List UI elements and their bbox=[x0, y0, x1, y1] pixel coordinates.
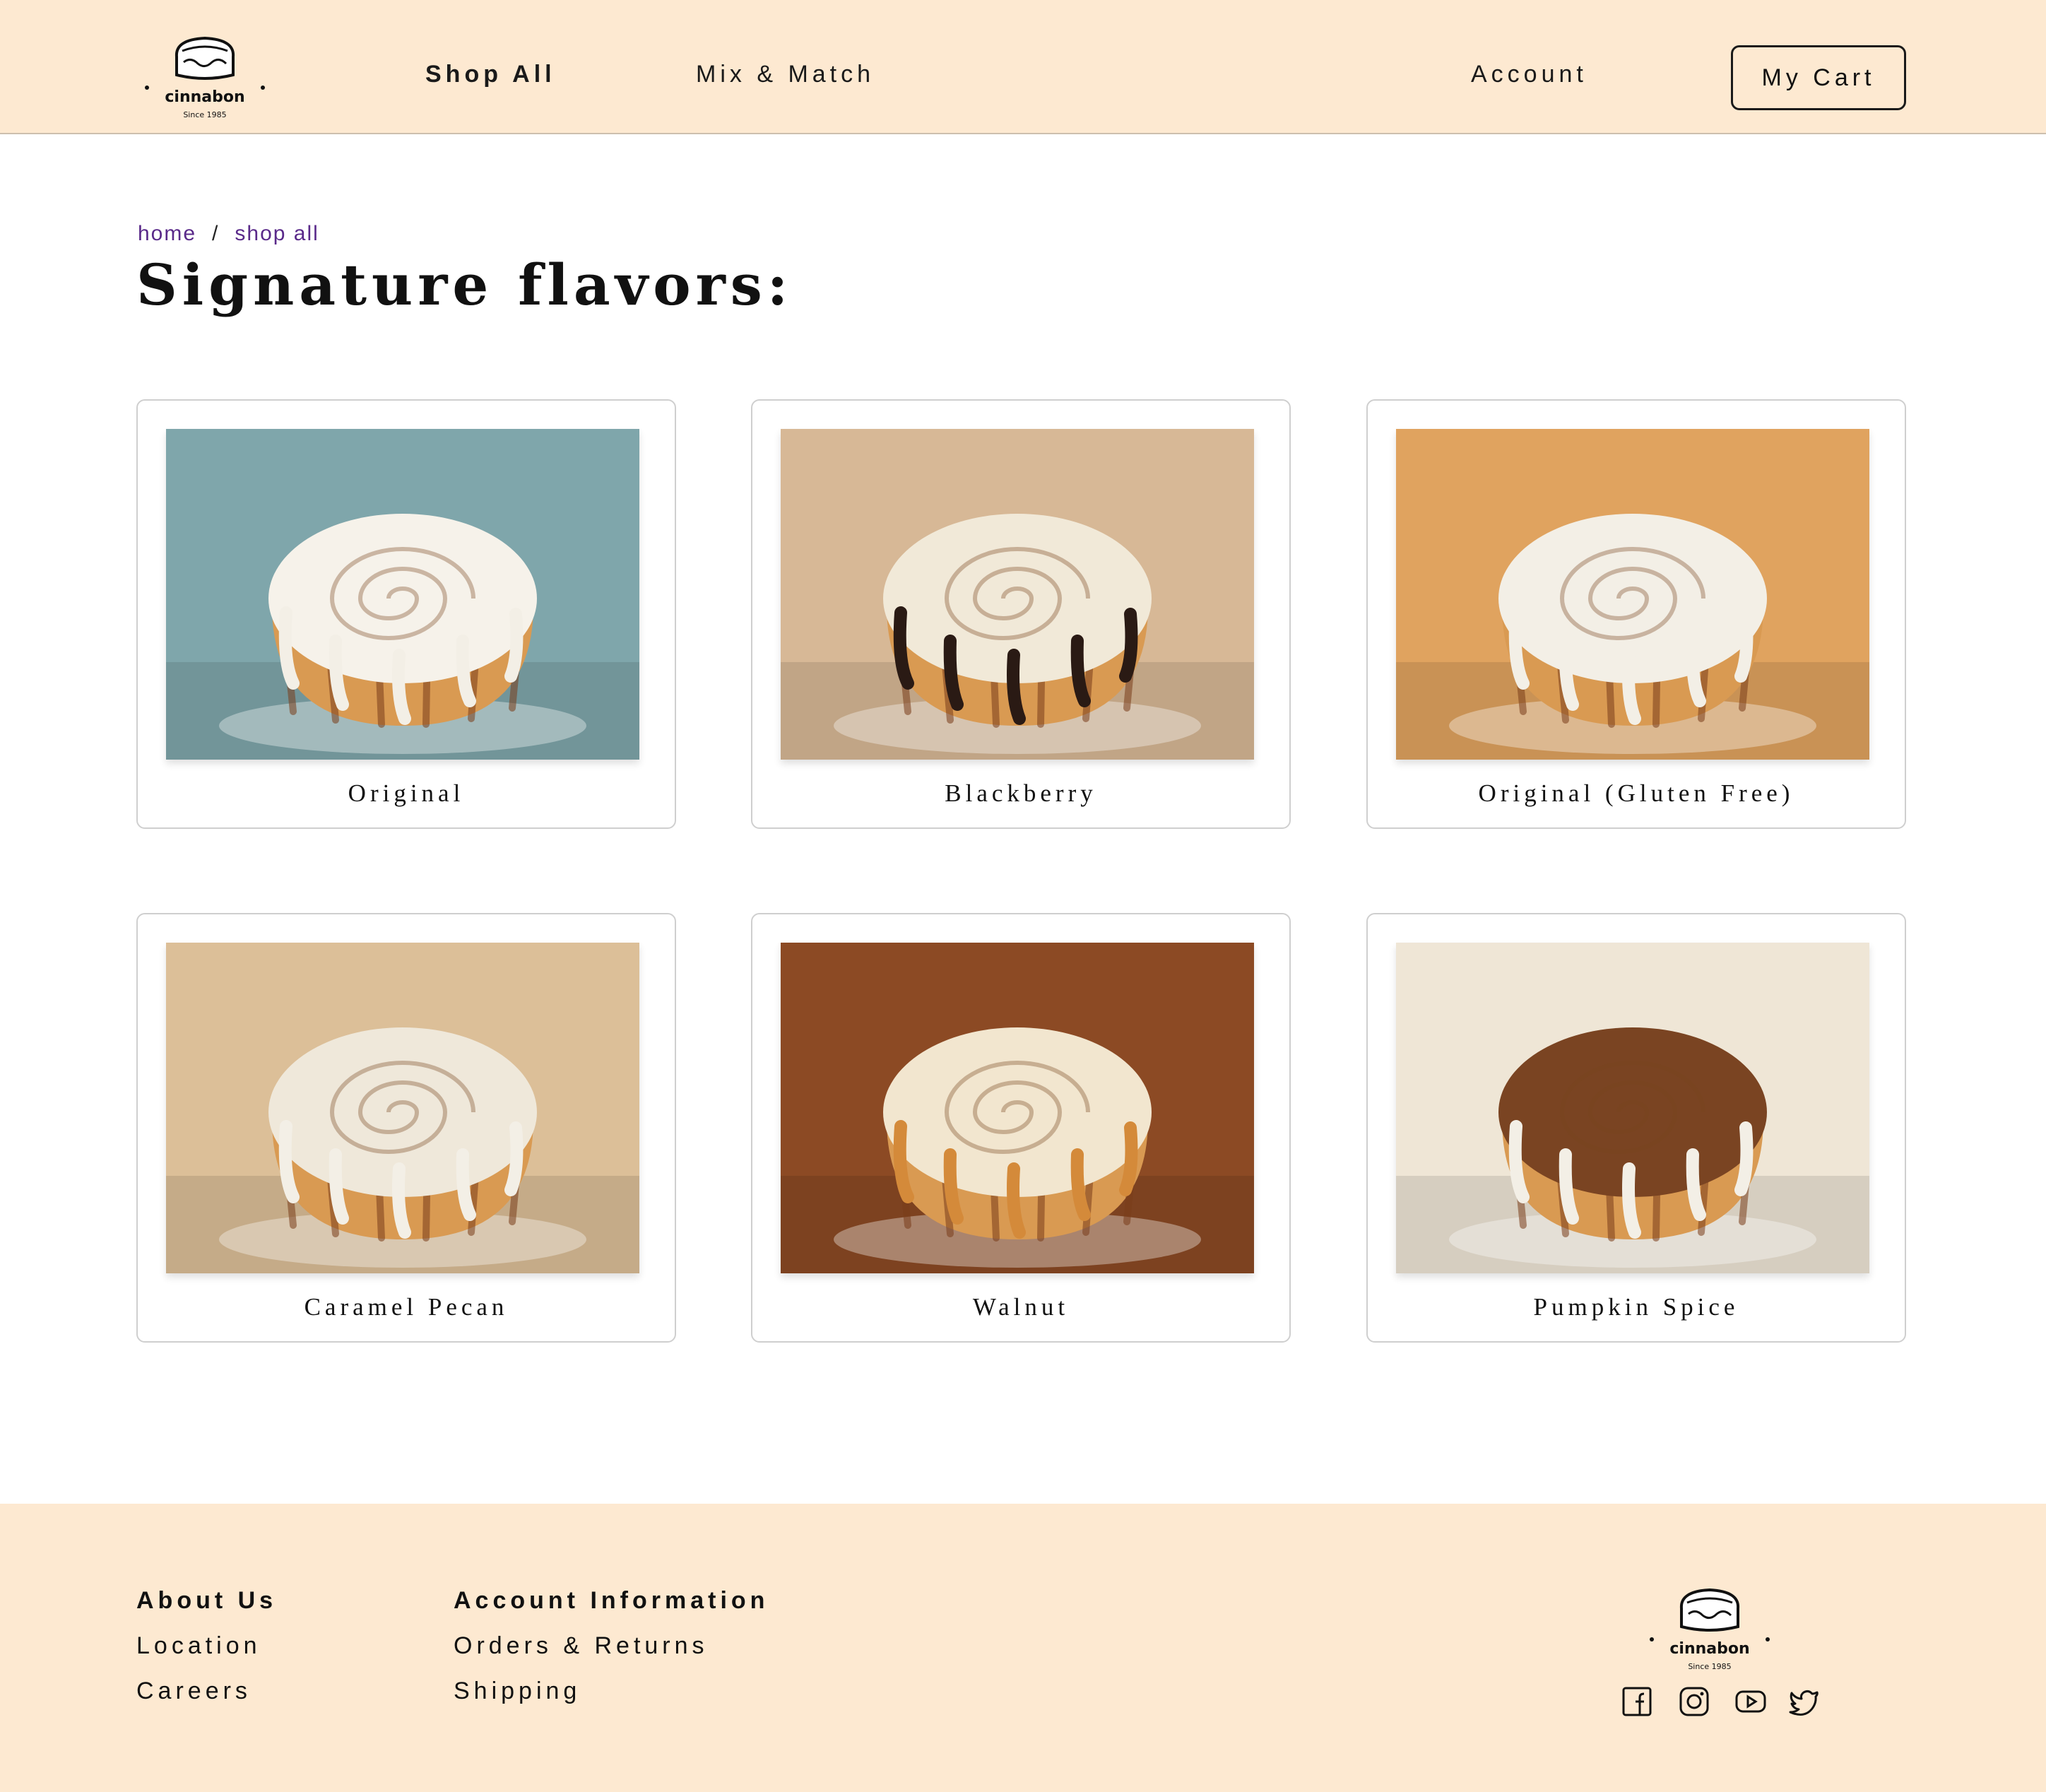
footer-location-link[interactable]: Location bbox=[136, 1632, 261, 1660]
footer-logo-tagline: Since 1985 bbox=[1688, 1662, 1731, 1671]
product-name: Blackberry bbox=[945, 779, 1097, 807]
product-card[interactable]: Blackberry bbox=[751, 399, 1291, 829]
nav-mix-match[interactable]: Mix & Match bbox=[696, 61, 875, 88]
footer-cinnabon-logo[interactable]: cinnabon Since 1985 bbox=[1646, 1583, 1773, 1675]
logo-tagline: Since 1985 bbox=[183, 110, 226, 119]
cinnabon-logo[interactable]: cinnabon Since 1985 bbox=[141, 31, 268, 123]
footer-logo-wordmark: cinnabon bbox=[1669, 1640, 1749, 1658]
product-image[interactable] bbox=[1396, 429, 1869, 760]
nav-shop-all[interactable]: Shop All bbox=[425, 61, 556, 88]
product-image[interactable] bbox=[166, 943, 639, 1273]
product-image[interactable] bbox=[781, 943, 1254, 1273]
logo-wordmark: cinnabon bbox=[165, 88, 244, 106]
product-image[interactable] bbox=[166, 429, 639, 760]
product-image[interactable] bbox=[781, 429, 1254, 760]
product-card[interactable]: Pumpkin Spice bbox=[1366, 913, 1906, 1343]
footer-about-heading: About Us bbox=[136, 1587, 278, 1614]
breadcrumb: home / shop all bbox=[138, 222, 319, 246]
page-title: Signature flavors: bbox=[136, 252, 793, 318]
breadcrumb-shop-all-link[interactable]: shop all bbox=[235, 222, 319, 245]
twitter-icon[interactable] bbox=[1789, 1686, 1820, 1717]
youtube-icon[interactable] bbox=[1735, 1686, 1766, 1717]
footer-orders-returns-link[interactable]: Orders & Returns bbox=[454, 1632, 709, 1660]
product-name: Original (Gluten Free) bbox=[1478, 779, 1794, 807]
footer-careers-link[interactable]: Careers bbox=[136, 1678, 252, 1705]
breadcrumb-separator: / bbox=[212, 222, 220, 245]
footer-account-heading: Account Information bbox=[454, 1587, 769, 1614]
product-card[interactable]: Caramel Pecan bbox=[136, 913, 676, 1343]
product-name: Pumpkin Spice bbox=[1533, 1293, 1739, 1321]
product-card[interactable]: Original bbox=[136, 399, 676, 829]
breadcrumb-home-link[interactable]: home bbox=[138, 222, 196, 245]
instagram-icon[interactable] bbox=[1679, 1686, 1710, 1717]
site-header: cinnabon Since 1985 Shop All Mix & Match… bbox=[0, 0, 2046, 134]
product-card[interactable]: Walnut bbox=[751, 913, 1291, 1343]
footer-shipping-link[interactable]: Shipping bbox=[454, 1678, 581, 1705]
my-cart-button[interactable]: My Cart bbox=[1731, 45, 1906, 110]
product-name: Caramel Pecan bbox=[304, 1293, 509, 1321]
nav-account[interactable]: Account bbox=[1471, 61, 1587, 88]
product-name: Original bbox=[348, 779, 465, 807]
product-name: Walnut bbox=[972, 1293, 1070, 1321]
product-image[interactable] bbox=[1396, 943, 1869, 1273]
product-card[interactable]: Original (Gluten Free) bbox=[1366, 399, 1906, 829]
facebook-icon[interactable] bbox=[1621, 1686, 1652, 1717]
